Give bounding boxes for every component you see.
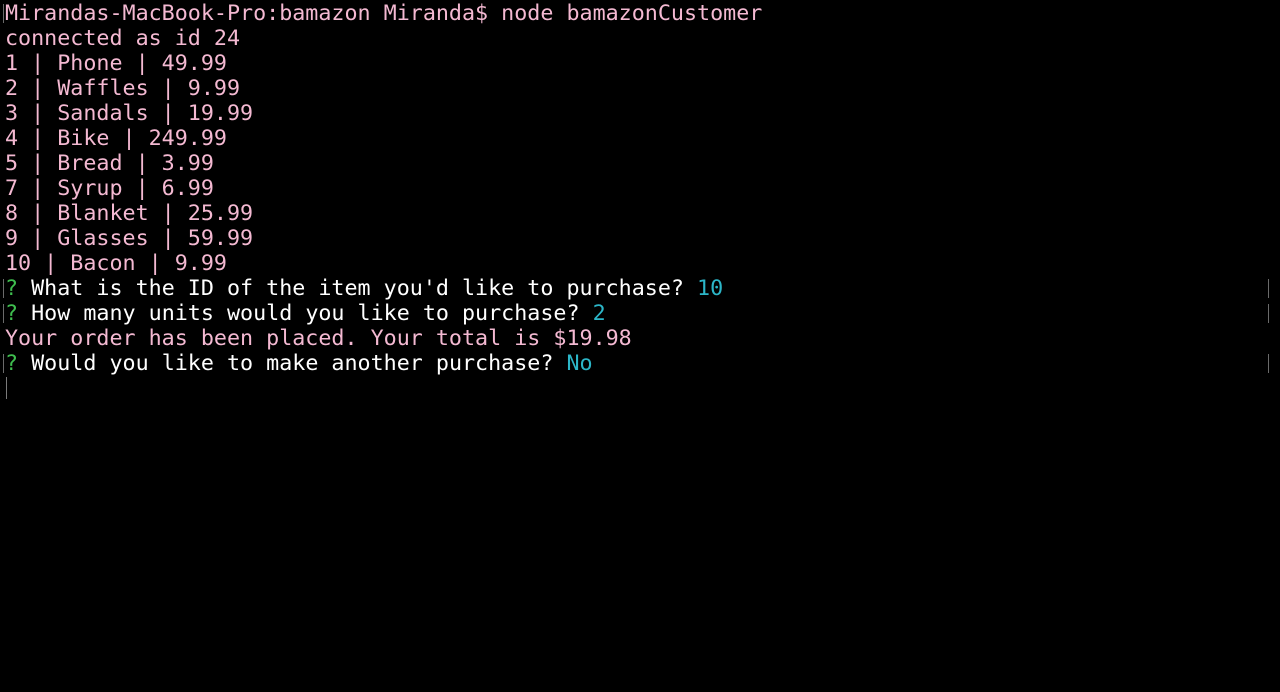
product-row: 9 | Glasses | 59.99 (5, 226, 254, 251)
prompt-question: How many units would you like to purchas… (18, 301, 593, 326)
line-marker-right (1268, 354, 1269, 373)
prompt-another-purchase: ? Would you like to make another purchas… (5, 351, 593, 376)
prompt-item-id: ? What is the ID of the item you'd like … (5, 276, 723, 301)
prompt-marker: ? (5, 301, 19, 326)
prompt-answer: No (566, 351, 593, 376)
line-marker-right (1268, 304, 1269, 323)
product-row: 7 | Syrup | 6.99 (5, 176, 214, 201)
terminal-cursor (6, 377, 7, 399)
prompt-units: ? How many units would you like to purch… (5, 301, 606, 326)
product-row: 8 | Blanket | 25.99 (5, 201, 254, 226)
line-marker-left (3, 4, 4, 23)
terminal-window[interactable]: Mirandas-MacBook-Pro:bamazon Miranda$ no… (0, 0, 1280, 692)
product-row: 2 | Waffles | 9.99 (5, 76, 241, 101)
prompt-answer: 2 (592, 301, 606, 326)
product-row: 5 | Bread | 3.99 (5, 151, 214, 176)
product-row: 4 | Bike | 249.99 (5, 126, 227, 151)
prompt-answer: 10 (697, 276, 724, 301)
shell-command: node bamazonCustomer (501, 1, 763, 26)
order-confirmation: Your order has been placed. Your total i… (5, 326, 632, 351)
product-row: 10 | Bacon | 9.99 (5, 251, 227, 276)
command-line: Mirandas-MacBook-Pro:bamazon Miranda$ no… (5, 1, 762, 26)
line-marker-right (1268, 279, 1269, 298)
prompt-marker: ? (5, 276, 19, 301)
line-marker-left (3, 354, 4, 373)
line-marker-left (3, 279, 4, 298)
product-row: 1 | Phone | 49.99 (5, 51, 227, 76)
prompt-marker: ? (5, 351, 19, 376)
connection-status: connected as id 24 (5, 26, 241, 51)
line-marker-left (3, 304, 4, 323)
shell-prompt: Mirandas-MacBook-Pro:bamazon Miranda$ (5, 1, 502, 26)
prompt-question: What is the ID of the item you'd like to… (18, 276, 698, 301)
product-row: 3 | Sandals | 19.99 (5, 101, 254, 126)
prompt-question: Would you like to make another purchase? (18, 351, 567, 376)
